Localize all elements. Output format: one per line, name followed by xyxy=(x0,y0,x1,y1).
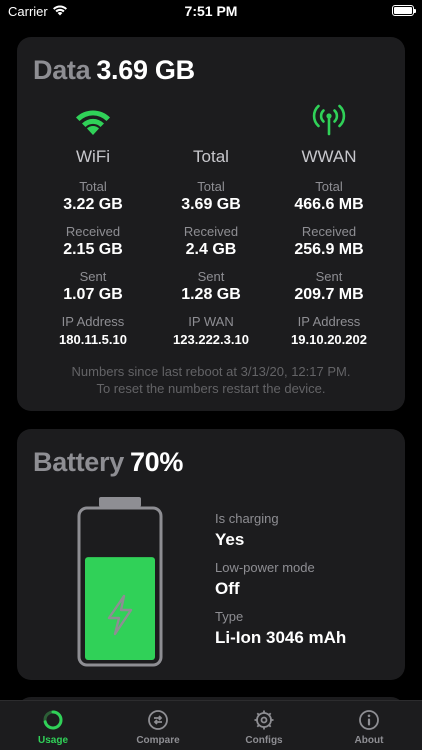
low-power-value: Off xyxy=(215,579,240,598)
metric-label: Sent xyxy=(315,269,343,284)
battery-card-title: Battery 70% xyxy=(33,447,183,478)
status-bar: Carrier 7:51 PM xyxy=(0,0,422,24)
metric-label: IP WAN xyxy=(188,314,234,329)
tab-compare[interactable]: Compare xyxy=(105,709,211,746)
metric-value: 3.22 GB xyxy=(63,196,123,213)
data-title-label: Data xyxy=(33,55,91,85)
cellular-antenna-icon xyxy=(274,97,384,137)
tab-configs-label: Configs xyxy=(245,735,283,746)
metric-value: 2.15 GB xyxy=(63,241,123,258)
tab-usage-label: Usage xyxy=(37,735,68,746)
gear-icon xyxy=(211,709,317,731)
metric-label: IP Address xyxy=(61,314,125,329)
low-power-label: Low-power mode xyxy=(215,560,315,575)
tab-compare-label: Compare xyxy=(136,735,180,746)
metric-value: 2.4 GB xyxy=(185,241,237,258)
metric-label: Total xyxy=(197,179,225,194)
tab-bar: Usage Compare Configs About xyxy=(0,700,422,750)
total-sent: Sent 1.28 GB xyxy=(156,269,266,305)
wifi-column-title: WiFi xyxy=(76,147,110,166)
total-icon-spacer xyxy=(156,97,266,137)
compare-icon xyxy=(105,709,211,731)
metric-label: Total xyxy=(315,179,343,194)
wwan-received: Received 256.9 MB xyxy=(274,224,384,260)
wwan-ip-address: IP Address 19.10.20.202 xyxy=(274,314,384,350)
metric-label: IP Address xyxy=(297,314,361,329)
data-reset-note: Numbers since last reboot at 3/13/20, 12… xyxy=(17,363,405,397)
note-line-2: To reset the numbers restart the device. xyxy=(96,381,326,396)
tab-about[interactable]: About xyxy=(316,709,422,746)
wifi-ip-address: IP Address 180.11.5.10 xyxy=(38,314,148,350)
wifi-sent: Sent 1.07 GB xyxy=(38,269,148,305)
battery-card[interactable]: Battery 70% Is charging Yes Low-power mod… xyxy=(17,429,405,680)
info-icon xyxy=(316,709,422,731)
metric-value: 1.07 GB xyxy=(63,286,123,303)
wwan-column-title: WWAN xyxy=(301,147,357,166)
data-usage-card[interactable]: Data 3.69 GB WiFi Total 3.22 GB Received … xyxy=(17,37,405,411)
metric-label: Received xyxy=(65,224,121,239)
clock: 7:51 PM xyxy=(184,3,238,19)
metric-value: 3.69 GB xyxy=(181,196,241,213)
metric-value: 1.28 GB xyxy=(181,286,241,303)
wwan-total: Total 466.6 MB xyxy=(274,179,384,215)
usage-ring-icon xyxy=(0,709,106,731)
metric-value: 180.11.5.10 xyxy=(59,332,127,347)
metric-label: Sent xyxy=(197,269,225,284)
wifi-column: WiFi Total 3.22 GB Received 2.15 GB Sent… xyxy=(38,97,148,350)
battery-type-label: Type xyxy=(215,609,244,624)
note-line-1: Numbers since last reboot at 3/13/20, 12… xyxy=(71,364,351,379)
total-column-title: Total xyxy=(193,147,229,166)
wwan-sent: Sent 209.7 MB xyxy=(274,269,384,305)
data-card-title: Data 3.69 GB xyxy=(33,55,195,86)
metric-label: Received xyxy=(301,224,357,239)
metric-value: 19.10.20.202 xyxy=(291,332,367,347)
metric-label: Total xyxy=(79,179,107,194)
battery-title-label: Battery xyxy=(33,447,124,477)
total-received: Received 2.4 GB xyxy=(156,224,266,260)
metric-label: Sent xyxy=(79,269,107,284)
tab-about-label: About xyxy=(354,735,384,746)
wwan-column: WWAN Total 466.6 MB Received 256.9 MB Se… xyxy=(274,97,384,350)
wifi-icon xyxy=(38,97,148,137)
wifi-received: Received 2.15 GB xyxy=(38,224,148,260)
wifi-total: Total 3.22 GB xyxy=(38,179,148,215)
metric-value: 123.222.3.10 xyxy=(173,332,249,347)
metric-label: Received xyxy=(183,224,239,239)
charging-value: Yes xyxy=(215,530,245,549)
total-ip-wan: IP WAN 123.222.3.10 xyxy=(156,314,266,350)
tab-usage[interactable]: Usage xyxy=(0,709,106,746)
status-battery-icon xyxy=(392,5,416,16)
battery-graphic xyxy=(77,495,163,672)
metric-value: 256.9 MB xyxy=(294,241,364,258)
total-column: Total Total 3.69 GB Received 2.4 GB Sent… xyxy=(156,97,266,350)
total-total: Total 3.69 GB xyxy=(156,179,266,215)
battery-info: Is charging Yes Low-power mode Off Type … xyxy=(215,511,346,658)
metric-value: 466.6 MB xyxy=(294,196,364,213)
data-total-value: 3.69 GB xyxy=(96,55,195,85)
lightning-bolt-icon xyxy=(105,594,135,641)
battery-type-value: Li-Ion 3046 mAh xyxy=(215,628,347,647)
tab-configs[interactable]: Configs xyxy=(211,709,317,746)
metric-value: 209.7 MB xyxy=(294,286,364,303)
charging-label: Is charging xyxy=(215,511,279,526)
battery-level-value: 70% xyxy=(129,447,184,477)
